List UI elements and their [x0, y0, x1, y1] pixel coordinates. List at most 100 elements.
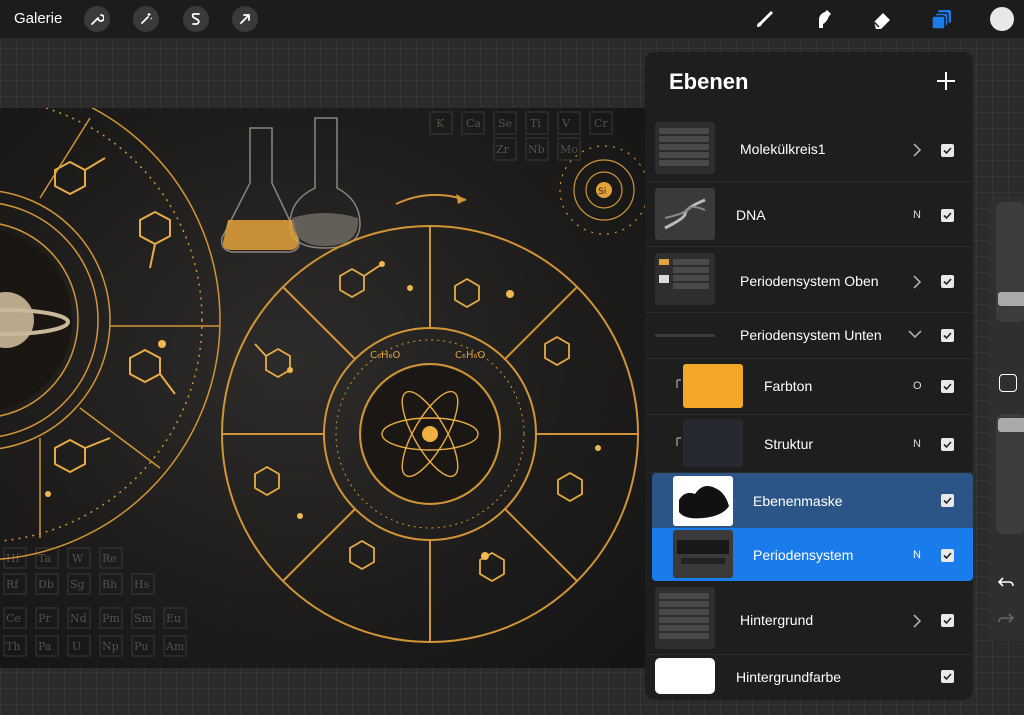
svg-text:Rf: Rf — [6, 578, 19, 591]
svg-text:U: U — [72, 640, 81, 653]
visibility-checkbox[interactable] — [941, 438, 954, 451]
layer-name: Struktur — [764, 436, 814, 452]
blend-mode-label[interactable]: N — [913, 209, 921, 221]
layer-name: Molekülkreis1 — [740, 141, 826, 157]
svg-text:Pr: Pr — [38, 612, 51, 625]
chevron-right-icon[interactable] — [911, 614, 923, 628]
selection-icon[interactable] — [183, 6, 209, 32]
svg-text:Mo: Mo — [560, 143, 578, 156]
clipping-mask-icon — [676, 379, 681, 388]
layer-name: Periodensystem Unten — [740, 327, 882, 343]
svg-text:Db: Db — [38, 578, 54, 591]
layer-thumbnail — [655, 587, 715, 649]
ring-formula-2: C₆H₆O — [455, 350, 486, 361]
svg-text:V: V — [561, 117, 571, 130]
blend-mode-label[interactable]: N — [913, 549, 921, 561]
layer-row-ebenenmaske[interactable]: Ebenenmaske — [652, 473, 973, 528]
layer-row-periodensystem-unten[interactable]: Periodensystem Unten — [645, 313, 973, 359]
layer-thumbnail — [655, 253, 715, 305]
undo-icon[interactable] — [997, 576, 1014, 595]
layer-row-dna[interactable]: DNA N — [645, 182, 973, 247]
svg-text:Ce: Ce — [6, 612, 21, 625]
smudge-icon[interactable] — [810, 5, 838, 33]
svg-text:W: W — [72, 552, 84, 565]
visibility-checkbox[interactable] — [941, 275, 954, 288]
layer-name: Hintergrundfarbe — [736, 669, 842, 685]
top-toolbar: Galerie — [0, 0, 1024, 38]
layer-thumbnail — [655, 658, 715, 694]
svg-text:Pa: Pa — [38, 640, 52, 653]
color-picker[interactable] — [990, 7, 1014, 31]
modify-button-icon[interactable] — [999, 374, 1017, 392]
layer-thumbnail — [683, 364, 743, 408]
layer-name: Ebenenmaske — [753, 493, 843, 509]
visibility-checkbox[interactable] — [941, 614, 954, 627]
layers-panel-title: Ebenen — [669, 69, 749, 94]
layers-icon[interactable] — [928, 5, 956, 33]
svg-text:Nb: Nb — [528, 143, 545, 156]
atom-label: Si — [598, 187, 606, 197]
svg-text:Pm: Pm — [102, 612, 120, 625]
gallery-button[interactable]: Galerie — [14, 10, 62, 27]
group-thumbnail-bar — [655, 334, 715, 337]
layer-row-hintergrund[interactable]: Hintergrund — [645, 584, 973, 655]
svg-text:Cr: Cr — [594, 117, 608, 130]
layer-name: Periodensystem Oben — [740, 273, 879, 289]
svg-text:Np: Np — [102, 640, 119, 653]
opacity-thumb[interactable] — [998, 418, 1024, 432]
layer-row-periodensystem[interactable]: Periodensystem N — [652, 528, 973, 581]
ring-formula-1: C₆H₆O — [370, 350, 401, 361]
layer-row-farbton[interactable]: Farbton O — [645, 359, 973, 415]
magic-wand-icon[interactable] — [133, 6, 159, 32]
svg-text:Pu: Pu — [134, 640, 149, 653]
layer-row-molekuelkreis1[interactable]: Molekülkreis1 — [645, 116, 973, 182]
layer-name: Farbton — [764, 378, 813, 394]
layer-thumbnail — [673, 530, 733, 578]
layer-row-hintergrundfarbe[interactable]: Hintergrundfarbe — [645, 655, 973, 700]
wrench-icon[interactable] — [84, 6, 110, 32]
eraser-icon[interactable] — [868, 5, 896, 33]
visibility-checkbox[interactable] — [941, 144, 954, 157]
brush-size-thumb[interactable] — [998, 292, 1024, 306]
artwork-canvas[interactable]: K Ca Se Ti V Cr Zr Nb Mo Hf Ta W Re Rf Db Sg Bh Hs Ce… — [0, 108, 650, 668]
layers-panel: Ebenen Molekülkreis1 DNA N Periodensyste… — [645, 52, 973, 700]
layer-thumbnail — [683, 419, 743, 467]
layer-name: Hintergrund — [740, 612, 814, 628]
svg-text:Am: Am — [165, 640, 185, 653]
transform-arrow-icon[interactable] — [232, 6, 258, 32]
visibility-checkbox[interactable] — [941, 494, 954, 507]
layer-row-struktur[interactable]: Struktur N — [645, 415, 973, 473]
layer-row-periodensystem-oben[interactable]: Periodensystem Oben — [645, 247, 973, 313]
blend-mode-label[interactable]: O — [913, 380, 922, 392]
chevron-right-icon[interactable] — [911, 275, 923, 289]
clipping-mask-icon — [676, 437, 681, 446]
svg-text:Sg: Sg — [70, 578, 85, 591]
plus-icon[interactable] — [933, 68, 959, 94]
svg-text:Zr: Zr — [496, 143, 510, 156]
svg-text:Eu: Eu — [166, 612, 181, 625]
svg-text:Se: Se — [498, 117, 512, 130]
chevron-down-icon[interactable] — [908, 329, 922, 339]
side-controls — [988, 196, 1024, 641]
blend-mode-label[interactable]: N — [913, 438, 921, 450]
brush-size-slider[interactable] — [996, 202, 1024, 322]
redo-icon[interactable] — [998, 612, 1015, 631]
chevron-right-icon[interactable] — [911, 143, 923, 157]
layer-thumbnail — [673, 476, 733, 526]
svg-text:K: K — [436, 117, 445, 130]
svg-text:Nd: Nd — [70, 612, 87, 625]
layer-thumbnail — [655, 188, 715, 240]
svg-text:Ti: Ti — [530, 117, 541, 130]
svg-text:Hs: Hs — [134, 578, 150, 591]
svg-text:Re: Re — [102, 552, 117, 565]
artwork-illustration: K Ca Se Ti V Cr Zr Nb Mo Hf Ta W Re Rf Db Sg Bh Hs Ce… — [0, 108, 649, 657]
visibility-checkbox[interactable] — [941, 380, 954, 393]
visibility-checkbox[interactable] — [941, 209, 954, 222]
layer-name: Periodensystem — [753, 547, 854, 563]
opacity-slider[interactable] — [996, 414, 1024, 534]
visibility-checkbox[interactable] — [941, 670, 954, 683]
svg-text:Th: Th — [6, 640, 20, 653]
visibility-checkbox[interactable] — [941, 549, 954, 562]
brush-icon[interactable] — [750, 5, 778, 33]
visibility-checkbox[interactable] — [941, 329, 954, 342]
